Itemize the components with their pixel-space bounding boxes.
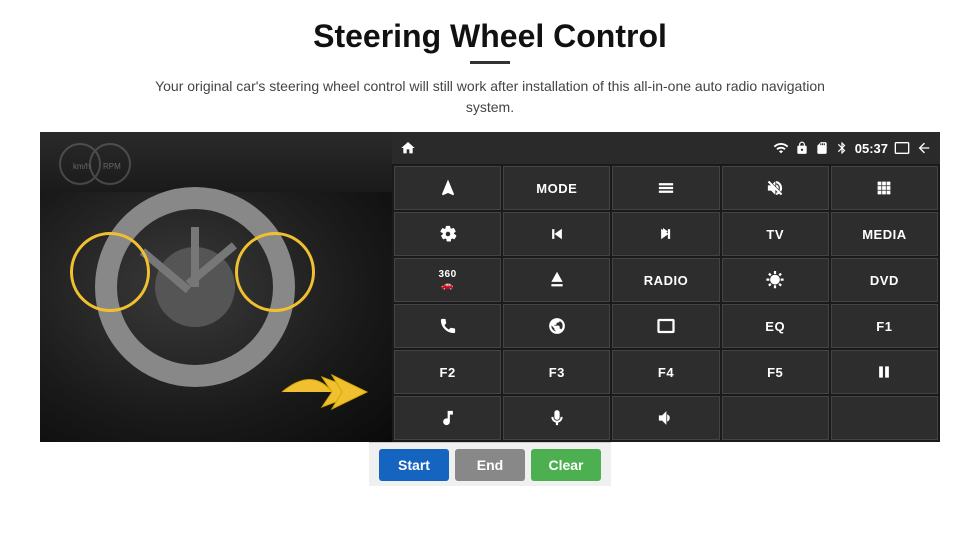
wifi-icon [773,140,789,156]
content-area: km/h RPM [40,132,940,442]
status-bar: 05:37 [392,132,940,164]
btn-media[interactable]: MEDIA [831,212,938,256]
btn-empty2 [831,396,938,440]
btn-apps[interactable] [831,166,938,210]
action-bar: Start End Clear [369,442,611,486]
status-right-icons: 05:37 [773,140,932,156]
sd-icon [815,141,829,155]
back-icon [916,140,932,156]
btn-empty1 [722,396,829,440]
btn-display[interactable] [612,304,719,348]
svg-text:km/h: km/h [73,162,90,171]
btn-phone[interactable] [394,304,501,348]
title-divider [470,61,510,64]
btn-dvd[interactable]: DVD [831,258,938,302]
page-subtitle: Your original car's steering wheel contr… [130,76,850,118]
btn-f3[interactable]: F3 [503,350,610,394]
btn-list[interactable] [612,166,719,210]
btn-radio[interactable]: RADIO [612,258,719,302]
direction-arrow [272,357,372,432]
btn-navigate[interactable] [394,166,501,210]
btn-f4[interactable]: F4 [612,350,719,394]
clear-button[interactable]: Clear [531,449,601,481]
status-time: 05:37 [855,141,888,156]
btn-playpause[interactable] [831,350,938,394]
page-container: Steering Wheel Control Your original car… [0,0,980,544]
page-title: Steering Wheel Control [313,18,667,55]
btn-f2[interactable]: F2 [394,350,501,394]
status-left-icons [400,140,416,156]
steering-wheel-image: km/h RPM [40,132,392,442]
btn-prev[interactable] [503,212,610,256]
btn-globe[interactable] [503,304,610,348]
btn-next[interactable] [612,212,719,256]
btn-vol-phone[interactable] [612,396,719,440]
btn-settings[interactable] [394,212,501,256]
bluetooth-icon [835,141,849,155]
end-button[interactable]: End [455,449,525,481]
screen-mirror-icon [894,140,910,156]
home-icon [400,140,416,156]
control-panel: 05:37 MODE [392,132,940,442]
btn-brightness[interactable] [722,258,829,302]
svg-text:RPM: RPM [103,162,121,171]
btn-f5[interactable]: F5 [722,350,829,394]
btn-mode[interactable]: MODE [503,166,610,210]
btn-tv[interactable]: TV [722,212,829,256]
button-grid: MODE [392,164,940,442]
btn-mic[interactable] [503,396,610,440]
lock-icon [795,141,809,155]
btn-eject[interactable] [503,258,610,302]
btn-eq[interactable]: EQ [722,304,829,348]
start-button[interactable]: Start [379,449,449,481]
btn-f1[interactable]: F1 [831,304,938,348]
btn-360cam[interactable]: 360🚗 [394,258,501,302]
btn-mute[interactable] [722,166,829,210]
btn-music[interactable] [394,396,501,440]
